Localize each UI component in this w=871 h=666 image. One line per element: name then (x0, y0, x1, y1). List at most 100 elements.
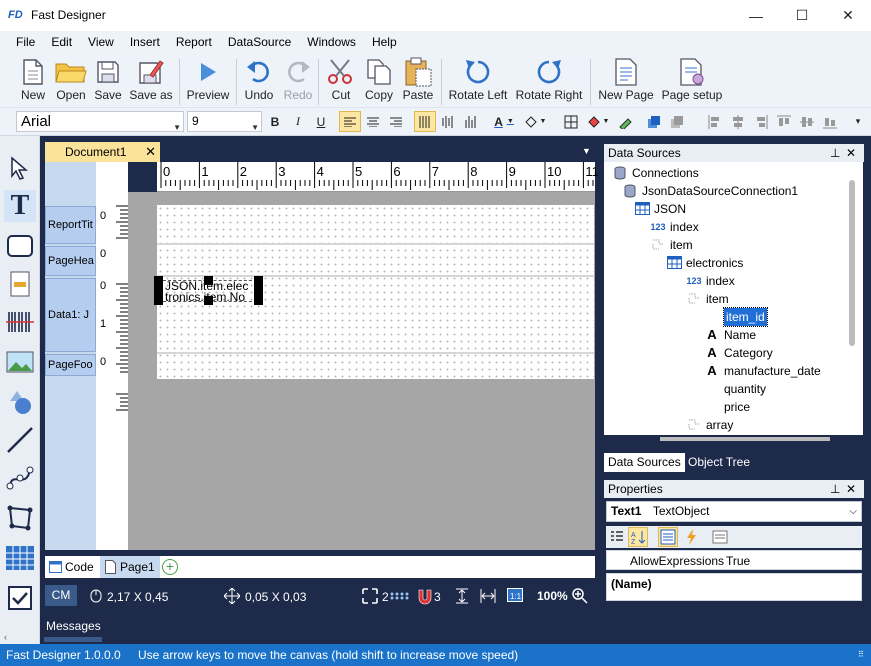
tree-node[interactable]: electronics (666, 254, 743, 272)
messages-tab[interactable] (44, 637, 102, 642)
polygon-tool[interactable] (4, 502, 36, 534)
align-centers-button[interactable] (727, 111, 749, 132)
resize-grip-icon[interactable]: ⠿ (858, 644, 864, 666)
shape-tool[interactable] (4, 230, 36, 262)
band-data1[interactable]: Data1: J (45, 278, 96, 352)
font-size-select[interactable]: 9 ▼ (187, 111, 262, 132)
rotate-left-button[interactable]: Rotate Left (448, 57, 508, 107)
pointer-tool[interactable] (4, 152, 36, 184)
pin-icon[interactable]: ⊥ (830, 480, 840, 498)
units-button[interactable]: CM (45, 585, 77, 606)
tree-node[interactable]: 123 index (650, 218, 698, 236)
tab-page1[interactable]: Page1 (100, 556, 160, 578)
new-button[interactable]: New (16, 57, 50, 107)
text-tool[interactable]: T (4, 190, 36, 222)
tree-node[interactable]: Amanufacture_date (704, 362, 820, 380)
align-lefts-button[interactable] (704, 111, 726, 132)
tree-node[interactable]: array (686, 416, 733, 434)
menu-help[interactable]: Help (364, 31, 405, 53)
tab-dropdown-icon[interactable]: ▼ (582, 146, 591, 156)
cut-button[interactable]: Cut (324, 57, 358, 107)
checkbox-tool[interactable] (4, 582, 36, 614)
menu-file[interactable]: File (8, 31, 43, 53)
font-family-select[interactable]: Arial ▼ (16, 111, 184, 132)
tree-node[interactable]: 123 index (686, 272, 734, 290)
fill-color-button[interactable]: ▼ (520, 111, 550, 132)
preview-button[interactable]: Preview (185, 57, 231, 107)
band-page-footer[interactable]: PageFoo (45, 354, 96, 376)
close-button[interactable]: ✕ (825, 0, 871, 31)
menu-datasource[interactable]: DataSource (220, 31, 299, 53)
save-button[interactable]: Save (92, 57, 124, 107)
menu-edit[interactable]: Edit (43, 31, 80, 53)
resize-handle[interactable] (204, 296, 213, 305)
border-color-button[interactable]: ▼ (583, 111, 613, 132)
object-selector[interactable]: Text1 TextObject ⌵ (606, 501, 862, 522)
menu-report[interactable]: Report (168, 31, 220, 53)
align-tops-button[interactable] (773, 111, 795, 132)
properties-view-button[interactable] (658, 527, 678, 547)
toolbar-overflow-button[interactable]: ▾ (851, 111, 865, 132)
close-icon[interactable]: ✕ (846, 480, 856, 498)
sort-alpha-button[interactable]: AZ (628, 527, 648, 547)
valign-middle-button[interactable] (437, 111, 459, 132)
bold-button[interactable]: B (264, 111, 286, 132)
tree-node[interactable]: JsonDataSourceConnection1 (622, 182, 798, 200)
close-icon[interactable]: ✕ (145, 142, 156, 162)
resize-handle[interactable] (254, 296, 263, 305)
menu-windows[interactable]: Windows (299, 31, 364, 53)
valign-top-button[interactable] (414, 111, 436, 132)
resize-handle[interactable] (204, 276, 213, 285)
curve-tool[interactable] (4, 462, 36, 494)
tree-node[interactable]: item (686, 290, 729, 308)
save-as-button[interactable]: Save as (128, 57, 174, 107)
tab-document1[interactable]: Document1 ✕ (45, 142, 160, 162)
property-value[interactable]: True (726, 551, 750, 571)
tree-node[interactable]: quantity (704, 380, 766, 398)
redo-button[interactable]: Redo (282, 57, 314, 107)
tree-node[interactable]: item_id (704, 307, 768, 327)
rotate-right-button[interactable]: Rotate Right (515, 57, 583, 107)
band-report-title[interactable]: ReportTit (45, 206, 96, 244)
chart-tool[interactable] (4, 386, 36, 418)
line-tool[interactable] (4, 424, 36, 456)
text-color-button[interactable]: A ▼ (489, 111, 519, 132)
copy-button[interactable]: Copy (362, 57, 396, 107)
resize-handle[interactable] (254, 285, 263, 296)
maximize-button[interactable]: ☐ (779, 0, 825, 31)
open-button[interactable]: Open (54, 57, 88, 107)
underline-button[interactable]: U (310, 111, 332, 132)
new-page-button[interactable]: New Page (597, 57, 655, 107)
resize-handle[interactable] (154, 285, 163, 296)
align-rights-button[interactable] (750, 111, 772, 132)
align-center-button[interactable] (362, 111, 384, 132)
tree-horizontal-scrollbar[interactable] (660, 437, 830, 441)
menu-view[interactable]: View (80, 31, 122, 53)
close-icon[interactable]: ✕ (846, 144, 856, 162)
tab-datasources[interactable]: Data Sources (604, 453, 685, 472)
page-setup-button[interactable]: Page setup (661, 57, 723, 107)
band-page-header[interactable]: PageHea (45, 246, 96, 276)
tree-node[interactable]: JSON (634, 200, 686, 218)
add-page-icon[interactable]: + (162, 559, 178, 575)
resize-handle[interactable] (254, 276, 263, 285)
minimize-button[interactable]: — (733, 0, 779, 31)
tree-node[interactable]: price (704, 398, 750, 416)
format-painter-button[interactable] (614, 111, 636, 132)
pin-icon[interactable]: ⊥ (830, 144, 840, 162)
tree-node[interactable]: A Category (704, 344, 772, 362)
italic-button[interactable]: I (287, 111, 309, 132)
align-middles-button[interactable] (796, 111, 818, 132)
tree-vertical-scrollbar[interactable] (849, 180, 855, 346)
barcode-tool[interactable] (4, 306, 36, 338)
align-left-button[interactable] (339, 111, 361, 132)
resize-handle[interactable] (154, 296, 163, 305)
tab-code[interactable]: Code (45, 556, 99, 578)
paste-button[interactable]: Paste (400, 57, 436, 107)
undo-button[interactable]: Undo (242, 57, 276, 107)
menu-insert[interactable]: Insert (122, 31, 168, 53)
table-tool[interactable] (4, 542, 36, 574)
tab-object-tree[interactable]: Object Tree (684, 453, 754, 472)
valign-bottom-button[interactable] (460, 111, 482, 132)
band-tool[interactable] (4, 268, 36, 300)
